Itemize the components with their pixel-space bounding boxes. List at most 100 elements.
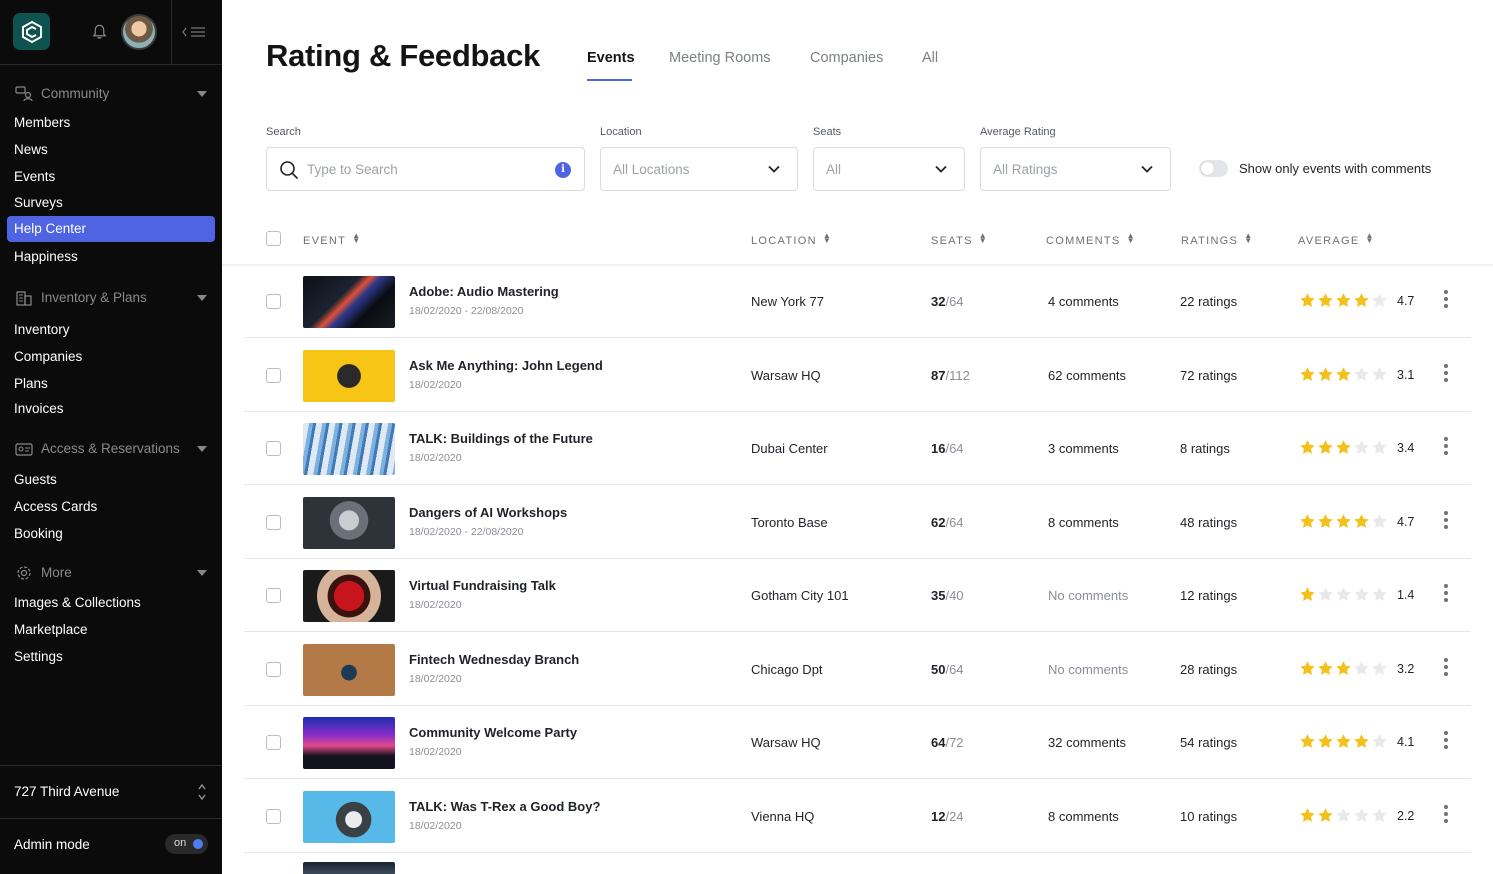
info-icon[interactable]: i — [555, 162, 571, 178]
active-tab-indicator — [587, 79, 632, 81]
avatar[interactable] — [121, 14, 157, 50]
event-title[interactable]: Dangers of AI Workshops — [409, 505, 567, 520]
location-select[interactable]: All Locations — [600, 147, 798, 191]
tab-events[interactable]: Events — [587, 50, 635, 66]
row-checkbox[interactable] — [266, 294, 281, 309]
column-header-event[interactable]: EVENT ▲ ▼ — [303, 232, 361, 248]
event-comments[interactable]: 4 comments — [1048, 294, 1119, 309]
sidebar-item-news[interactable]: News — [14, 140, 48, 160]
event-title[interactable]: TALK: Was T-Rex a Good Boy? — [409, 799, 600, 814]
event-comments[interactable]: 3 comments — [1048, 441, 1119, 456]
table-row[interactable]: Virtual Fundraising Talk 18/02/2020 Gotham… — [244, 559, 1471, 632]
event-title[interactable]: TALK: Buildings of the Future — [409, 431, 593, 446]
event-seats: 50/64 — [931, 662, 964, 677]
table-row[interactable]: TALK: Buildings of the Future 18/02/2020 D… — [244, 412, 1471, 485]
more-options-icon[interactable] — [1444, 657, 1448, 678]
app-logo[interactable] — [13, 13, 50, 50]
collapse-sidebar-icon[interactable] — [181, 24, 207, 40]
more-options-icon[interactable] — [1444, 731, 1448, 751]
table-row[interactable]: Dangers of AI Workshops 18/02/2020 - 22/0… — [244, 486, 1471, 559]
row-checkbox[interactable] — [266, 441, 281, 456]
table-row[interactable]: Community Welcome Party 18/02/2020 Warsaw … — [244, 706, 1471, 779]
sidebar-item-companies[interactable]: Companies — [14, 347, 82, 367]
row-checkbox[interactable] — [266, 735, 281, 750]
row-checkbox[interactable] — [266, 514, 281, 530]
sidebar-section-inventory[interactable]: Inventory & Plans — [0, 286, 222, 310]
event-title[interactable]: Fintech Wednesday Branch — [409, 652, 579, 667]
row-checkbox[interactable] — [266, 367, 281, 383]
event-title[interactable]: Ask Me Anything: John Legend — [409, 358, 603, 373]
average-rating-select[interactable]: All Ratings — [980, 147, 1171, 191]
event-thumbnail[interactable] — [303, 570, 395, 622]
location-switcher[interactable]: 727 Third Avenue — [0, 765, 222, 819]
column-header-comments[interactable]: COMMENTS ▲ ▼ — [1046, 232, 1136, 248]
event-comments[interactable]: 8 comments — [1048, 515, 1119, 530]
sidebar-item-settings[interactable]: Settings — [14, 647, 63, 667]
row-checkbox[interactable] — [266, 661, 281, 677]
event-thumbnail — [303, 862, 395, 874]
chevron-down-icon — [197, 446, 207, 452]
event-thumbnail[interactable] — [303, 717, 395, 769]
sidebar-section-access[interactable]: Access & Reservations — [0, 437, 222, 461]
comments-only-toggle[interactable] — [1199, 160, 1228, 177]
table-row[interactable]: Adobe: Audio Mastering 18/02/2020 - 22/08… — [244, 265, 1471, 338]
sidebar-item-access-cards[interactable]: Access Cards — [14, 497, 97, 517]
tab-companies[interactable]: Companies — [810, 50, 883, 66]
more-options-icon[interactable] — [1444, 804, 1448, 825]
sidebar-item-members[interactable]: Members — [14, 113, 70, 133]
sidebar-item-help-center[interactable]: Help Center — [7, 216, 215, 242]
sidebar-item-booking[interactable]: Booking — [14, 524, 63, 544]
table-row[interactable]: Fintech Wednesday Branch 18/02/2020 Chicag… — [244, 633, 1471, 706]
event-thumbnail[interactable] — [303, 790, 395, 843]
event-thumbnail[interactable] — [303, 423, 395, 475]
admin-mode-toggle[interactable]: on — [165, 834, 208, 854]
search-input[interactable]: Type to Search i — [266, 147, 585, 191]
event-comments[interactable]: No comments — [1048, 662, 1128, 677]
column-header-seats[interactable]: SEATS ▲ ▼ — [931, 232, 988, 248]
row-checkbox[interactable] — [266, 588, 281, 603]
column-header-location[interactable]: LOCATION ▲ ▼ — [751, 232, 832, 248]
column-header-average[interactable]: AVERAGE ▲ ▼ — [1298, 232, 1375, 248]
sidebar-item-events[interactable]: Events — [14, 167, 55, 187]
sidebar-section-community[interactable]: Community — [0, 82, 222, 106]
select-all-checkbox[interactable] — [266, 231, 281, 246]
seats-label: Seats — [813, 126, 842, 138]
sidebar-item-images-collections[interactable]: Images & Collections — [14, 593, 141, 613]
event-thumbnail[interactable] — [303, 496, 395, 549]
event-average: 3.2 — [1397, 661, 1415, 676]
table-row[interactable]: TALK: Was T-Rex a Good Boy? 18/02/2020 Vie… — [244, 780, 1471, 853]
more-options-icon[interactable] — [1444, 510, 1448, 531]
event-title[interactable]: Virtual Fundraising Talk — [409, 578, 556, 593]
sidebar-item-invoices[interactable]: Invoices — [14, 399, 64, 419]
event-thumbnail[interactable] — [303, 643, 395, 696]
more-options-icon[interactable] — [1444, 437, 1448, 457]
event-comments[interactable]: 62 comments — [1048, 368, 1126, 383]
sidebar-section-more[interactable]: More — [0, 561, 222, 585]
seats-select[interactable]: All — [813, 147, 965, 191]
more-options-icon[interactable] — [1444, 290, 1448, 310]
sidebar-item-plans[interactable]: Plans — [14, 374, 48, 394]
table-row[interactable]: Ask Me Anything: John Legend 18/02/2020 Wa… — [244, 339, 1471, 412]
event-title[interactable]: Community Welcome Party — [409, 725, 577, 740]
sidebar-item-marketplace[interactable]: Marketplace — [14, 620, 88, 640]
event-comments[interactable]: 8 comments — [1048, 809, 1119, 824]
event-thumbnail[interactable] — [303, 276, 395, 328]
tab-all[interactable]: All — [922, 50, 938, 66]
sidebar-item-inventory[interactable]: Inventory — [14, 320, 70, 340]
sidebar-item-surveys[interactable]: Surveys — [14, 193, 63, 213]
more-options-icon[interactable] — [1444, 584, 1448, 604]
star-icon — [1354, 587, 1369, 601]
event-title[interactable]: Adobe: Audio Mastering — [409, 284, 559, 299]
sidebar-item-guests[interactable]: Guests — [14, 470, 57, 490]
event-thumbnail[interactable] — [303, 349, 395, 402]
event-comments[interactable]: 32 comments — [1048, 735, 1126, 750]
star-icon — [1354, 660, 1369, 675]
column-header-ratings[interactable]: RATINGS ▲ ▼ — [1181, 232, 1253, 248]
bell-icon[interactable] — [91, 23, 108, 41]
tab-meeting-rooms[interactable]: Meeting Rooms — [669, 50, 771, 66]
row-checkbox[interactable] — [266, 808, 281, 824]
event-comments[interactable]: No comments — [1048, 588, 1128, 603]
sidebar-item-happiness[interactable]: Happiness — [14, 247, 78, 267]
seats-taken: 12 — [931, 808, 946, 824]
more-options-icon[interactable] — [1444, 363, 1448, 384]
